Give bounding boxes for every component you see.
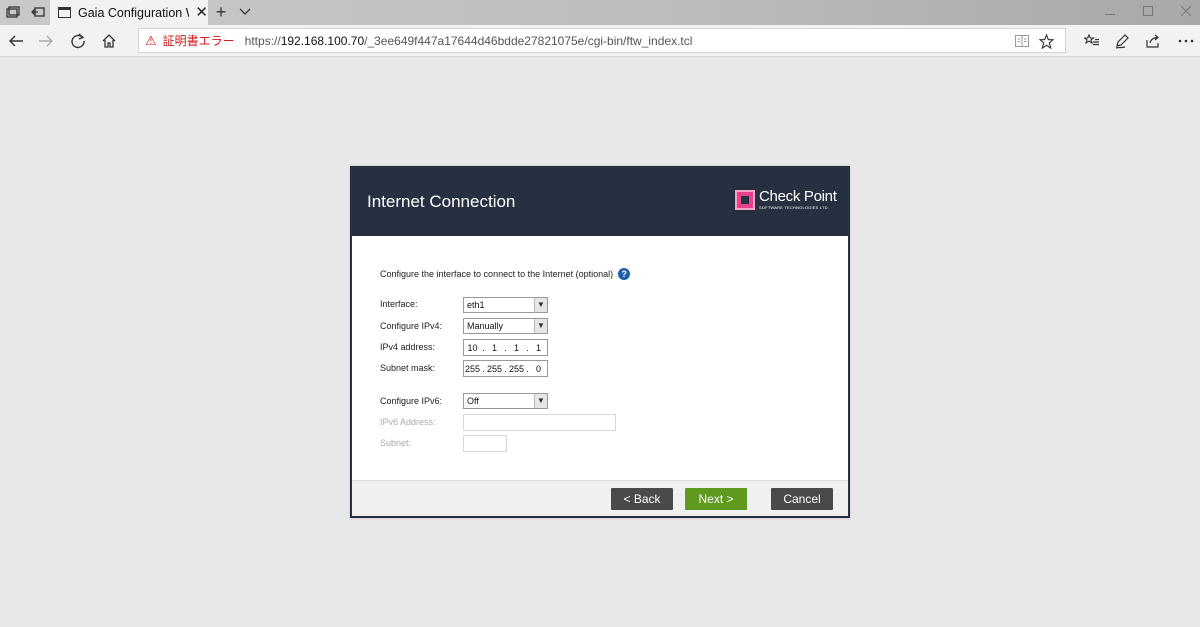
tab-restore-icon[interactable] [27,3,49,21]
interface-select[interactable]: eth1 ▼ [463,297,548,313]
pen-icon[interactable] [1110,30,1134,52]
dialog-footer: < Back Next > Cancel [352,480,848,516]
ipv6-subnet-label: Subnet: [380,438,412,448]
ipv6-address-input[interactable] [463,414,616,431]
check-point-logo: Check Point SOFTWARE TECHNOLOGIES LTD. [735,188,839,212]
configure-ipv4-select[interactable]: Manually ▼ [463,318,548,334]
subnet-octet[interactable]: 255 [486,364,503,374]
url-text: https://192.168.100.70/_3ee649f447a17644… [245,34,693,48]
url-path: /_3ee649f447a17644d46bdde27821075e/cgi-b… [364,33,693,48]
warning-triangle-icon: ⚠ [145,32,157,48]
subnet-octet[interactable]: 255 [464,364,481,374]
tab-close-icon[interactable]: ✕ [195,5,208,20]
ipv4-address-field[interactable]: 10 . 1 . 1 . 1 [463,339,548,356]
browser-tab-active[interactable]: Gaia Configuration Wiz ✕ [50,0,208,25]
interface-label: Interface: [380,299,418,309]
dialog-header: Internet Connection Check Point SOFTWARE… [352,168,848,236]
url-prefix: https:// [244,33,281,48]
back-icon[interactable] [4,30,28,52]
chevron-down-icon[interactable]: ▼ [534,298,547,312]
maximize-icon[interactable] [1138,4,1158,20]
browser-tab-bar: Gaia Configuration Wiz ✕ + [0,0,1200,25]
configure-ipv6-select[interactable]: Off ▼ [463,393,548,409]
reading-view-icon[interactable] [1013,32,1031,50]
subnet-mask-field[interactable]: 255 . 255 . 255 . 0 [463,360,548,377]
refresh-icon[interactable] [66,30,90,52]
ipv6-subnet-input[interactable] [463,435,507,452]
configure-ipv6-value: Off [467,396,479,406]
certificate-error-indicator[interactable]: ⚠ 証明書エラー [145,32,235,49]
subnet-octet[interactable]: 0 [530,364,547,374]
tab-list-chevron-icon[interactable] [234,3,256,21]
more-icon[interactable] [1174,30,1198,52]
internet-connection-dialog: Internet Connection Check Point SOFTWARE… [350,166,850,518]
minimize-icon[interactable] [1100,4,1120,20]
back-button[interactable]: < Back [611,488,673,510]
ipv4-octet[interactable]: 1 [508,343,525,353]
check-point-logo-mark-icon [735,190,755,210]
subnet-mask-label: Subnet mask: [380,363,436,373]
ipv4-octet[interactable]: 1 [486,343,503,353]
tab-title: Gaia Configuration Wiz [78,5,189,20]
tab-set-aside-icon[interactable] [2,3,24,21]
intro-label: Configure the interface to connect to th… [380,269,614,279]
url-host: 192.168.100.70 [280,33,365,48]
ipv4-octet[interactable]: 1 [530,343,547,353]
chevron-down-icon[interactable]: ▼ [534,319,547,333]
ipv4-address-label: IPv4 address: [380,342,436,352]
address-bar[interactable]: ⚠ 証明書エラー https://192.168.100.70/_3ee649f… [138,28,1066,53]
page-favicon-icon [58,7,71,18]
cert-error-label: 証明書エラー [162,34,235,48]
home-icon[interactable] [97,30,121,52]
configure-ipv6-label: Configure IPv6: [380,396,443,406]
intro-text: Configure the interface to connect to th… [380,268,631,280]
ipv6-address-label: IPv6 Address: [380,417,436,427]
configure-ipv4-label: Configure IPv4: [380,321,443,331]
share-icon[interactable] [1141,30,1165,52]
window-close-icon[interactable] [1176,4,1196,20]
cancel-button[interactable]: Cancel [771,488,833,510]
browser-nav-bar: ⚠ 証明書エラー https://192.168.100.70/_3ee649f… [0,25,1200,57]
next-button[interactable]: Next > [685,488,747,510]
configure-ipv4-value: Manually [467,321,504,331]
dialog-body: Configure the interface to connect to th… [352,236,848,480]
ipv4-octet[interactable]: 10 [464,343,481,353]
favorite-star-icon[interactable] [1037,32,1055,50]
logo-subtitle: SOFTWARE TECHNOLOGIES LTD. [759,205,830,210]
interface-value: eth1 [467,300,485,310]
help-icon[interactable]: ? [618,268,631,280]
favorites-hub-icon[interactable] [1080,30,1104,52]
new-tab-icon[interactable]: + [210,3,232,21]
subnet-octet[interactable]: 255 [508,364,525,374]
chevron-down-icon[interactable]: ▼ [534,394,547,408]
forward-icon[interactable] [34,30,58,52]
dialog-title: Internet Connection [367,192,516,211]
logo-name: Check Point [759,188,837,205]
